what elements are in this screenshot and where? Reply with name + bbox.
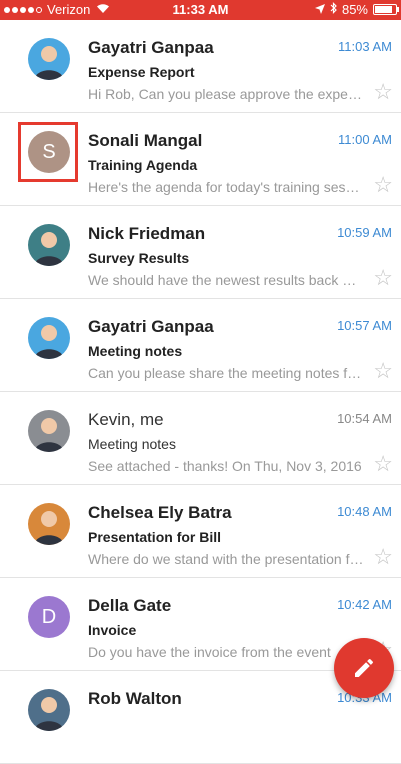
person-photo-icon: [34, 232, 64, 266]
star-icon[interactable]: ☆: [373, 453, 393, 475]
sender-name: Nick Friedman: [88, 224, 206, 243]
sender-name: Rob Walton: [88, 689, 182, 708]
status-right: 85%: [314, 2, 399, 17]
sender-avatar: [28, 317, 70, 359]
battery-fill: [375, 6, 392, 13]
pencil-icon: [355, 658, 374, 677]
sender-name: Gayatri Ganpaa: [88, 38, 214, 57]
battery-percent: 85%: [341, 2, 368, 17]
sender-name: Gayatri Ganpaa: [88, 317, 214, 336]
email-time: 10:57 AM: [337, 318, 392, 333]
person-photo-icon: [34, 697, 64, 731]
battery-icon: [373, 4, 399, 15]
star-icon[interactable]: ☆: [373, 267, 393, 289]
sender-avatar: D: [28, 596, 70, 638]
avatar-highlight-box: [18, 122, 78, 182]
email-subject: Presentation for Bill: [88, 529, 222, 545]
sender-avatar: [28, 503, 70, 545]
status-bar: Verizon 11:33 AM 85%: [0, 0, 401, 20]
person-photo-icon: [34, 46, 64, 80]
email-snippet: Do you have the invoice from the event: [88, 644, 331, 660]
sender-avatar: [28, 224, 70, 266]
email-subject: Invoice: [88, 622, 137, 638]
sender-name: Kevin, me: [88, 410, 164, 429]
email-time: 10:54 AM: [337, 411, 392, 426]
email-row[interactable]: Kevin, me 10:54 AM Meeting notes See attach…: [0, 392, 401, 485]
email-row[interactable]: S Sonali Mangal 11:00 AM Training Agenda Her…: [0, 113, 401, 206]
person-photo-icon: [34, 325, 64, 359]
email-subject: Meeting notes: [88, 436, 176, 452]
email-time: 10:42 AM: [337, 597, 392, 612]
email-subject: Meeting notes: [88, 343, 183, 359]
star-icon[interactable]: ☆: [373, 81, 393, 103]
email-row[interactable]: Gayatri Ganpaa 11:03 AM Expense Report Hi R…: [0, 20, 401, 113]
email-snippet: Can you please share the meeting notes f…: [88, 365, 364, 381]
email-snippet: Where do we stand with the presentation …: [88, 551, 364, 567]
sender-name: Chelsea Ely Batra: [88, 503, 232, 522]
email-subject: Survey Results: [88, 250, 190, 266]
bluetooth-icon: [330, 2, 337, 17]
star-icon[interactable]: ☆: [373, 546, 393, 568]
email-snippet: Here's the agenda for today's training s…: [88, 179, 364, 195]
star-icon[interactable]: ☆: [373, 174, 393, 196]
email-subject: Expense Report: [88, 64, 195, 80]
email-snippet: Hi Rob, Can you please approve the expen…: [88, 86, 364, 102]
email-time: 10:59 AM: [337, 225, 392, 240]
email-snippet: See attached - thanks! On Thu, Nov 3, 20…: [88, 458, 362, 474]
email-time: 11:03 AM: [338, 39, 392, 54]
star-icon[interactable]: ☆: [373, 360, 393, 382]
email-row[interactable]: Gayatri Ganpaa 10:57 AM Meeting notes Can y…: [0, 299, 401, 392]
email-snippet: We should have the newest results back b…: [88, 272, 364, 288]
sender-name: Della Gate: [88, 596, 172, 615]
location-arrow-icon: [314, 2, 325, 17]
compose-button[interactable]: [334, 638, 394, 698]
email-time: 10:48 AM: [337, 504, 392, 519]
email-time: 11:00 AM: [338, 132, 392, 147]
person-photo-icon: [34, 511, 64, 545]
sender-avatar: [28, 38, 70, 80]
email-row[interactable]: Chelsea Ely Batra 10:48 AM Presentation fo…: [0, 485, 401, 578]
email-subject: Training Agenda: [88, 157, 198, 173]
person-photo-icon: [34, 418, 64, 452]
sender-name: Sonali Mangal: [88, 131, 203, 150]
sender-avatar: [28, 410, 70, 452]
email-row[interactable]: Nick Friedman 10:59 AM Survey Results We sh…: [0, 206, 401, 299]
sender-avatar: [28, 689, 70, 731]
